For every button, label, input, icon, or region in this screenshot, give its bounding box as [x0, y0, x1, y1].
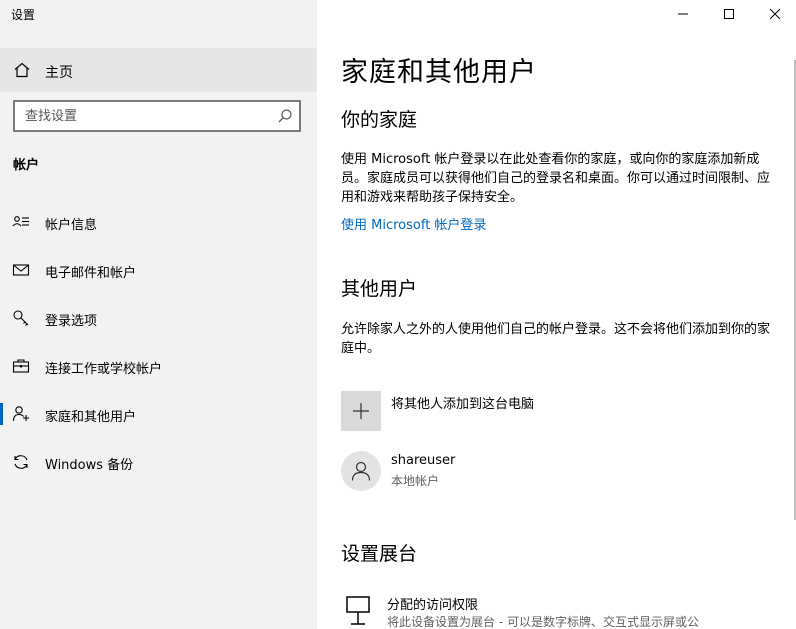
plus-icon: [353, 403, 369, 419]
sidebar-item-email-accounts[interactable]: 电子邮件和帐户: [0, 250, 317, 290]
maximize-button[interactable]: [706, 0, 752, 28]
other-users-description: 允许除家人之外的人使用他们自己的帐户登录。这不会将他们添加到你的家庭中。: [341, 322, 771, 356]
sidebar-item-sign-in-options[interactable]: 登录选项: [0, 298, 317, 338]
sidebar: 设置 主页 帐户 帐户信息 电子邮件和帐户: [0, 0, 317, 629]
close-icon: [769, 8, 781, 20]
sidebar-item-work-school[interactable]: 连接工作或学校帐户: [0, 346, 317, 386]
briefcase-icon: [12, 359, 30, 373]
search-input[interactable]: [15, 102, 265, 130]
family-user-icon: [12, 406, 29, 422]
add-user-label[interactable]: 将其他人添加到这台电脑: [391, 393, 534, 412]
sync-icon: [14, 455, 28, 469]
minimize-icon: [678, 13, 688, 15]
family-heading: 你的家庭: [341, 109, 418, 131]
kiosk-heading: 设置展台: [341, 543, 418, 565]
kiosk-icon: [346, 596, 370, 625]
microsoft-sign-in-link[interactable]: 使用 Microsoft 帐户登录: [341, 214, 486, 233]
sidebar-item-label: 登录选项: [45, 314, 98, 329]
sidebar-item-label: 家庭和其他用户: [45, 410, 137, 425]
sidebar-item-family-users[interactable]: 家庭和其他用户: [0, 394, 317, 434]
sidebar-home-label: 主页: [45, 65, 73, 81]
minimize-button[interactable]: [660, 0, 706, 28]
close-button[interactable]: [752, 0, 796, 28]
sidebar-home[interactable]: 主页: [0, 48, 317, 92]
user-icon: [351, 461, 371, 481]
app-title: 设置: [11, 8, 36, 22]
sidebar-item-label: Windows 备份: [45, 458, 134, 473]
sidebar-section-heading: 帐户: [13, 158, 40, 173]
other-users-heading: 其他用户: [341, 278, 418, 300]
search-box[interactable]: [13, 100, 301, 132]
main-content: 家庭和其他用户 你的家庭 使用 Microsoft 帐户登录以在此处查看你的家庭…: [317, 0, 796, 629]
home-icon: [14, 62, 30, 78]
sidebar-item-label: 电子邮件和帐户: [45, 266, 137, 281]
page-title: 家庭和其他用户: [341, 57, 537, 88]
sidebar-item-windows-backup[interactable]: Windows 备份: [0, 442, 317, 482]
family-description: 使用 Microsoft 帐户登录以在此处查看你的家庭，或向你的家庭添加新成员。…: [341, 152, 771, 205]
maximize-icon: [724, 9, 734, 19]
add-user-button[interactable]: [341, 391, 381, 431]
sidebar-item-label: 连接工作或学校帐户: [45, 362, 163, 377]
user-account-type: 本地帐户: [391, 474, 440, 488]
sidebar-item-label: 帐户信息: [45, 218, 98, 233]
key-icon: [13, 310, 29, 326]
active-indicator: [0, 403, 3, 425]
avatar[interactable]: [341, 451, 381, 491]
search-icon[interactable]: [277, 108, 293, 124]
account-info-icon: [12, 216, 29, 227]
sidebar-item-account-info[interactable]: 帐户信息: [0, 202, 317, 242]
mail-icon: [12, 264, 30, 276]
assigned-access-description: 将此设备设置为展台 - 可以是数字标牌、交互式显示屏或公: [387, 615, 699, 629]
assigned-access-title[interactable]: 分配的访问权限: [387, 594, 478, 613]
user-name[interactable]: shareuser: [391, 453, 455, 468]
